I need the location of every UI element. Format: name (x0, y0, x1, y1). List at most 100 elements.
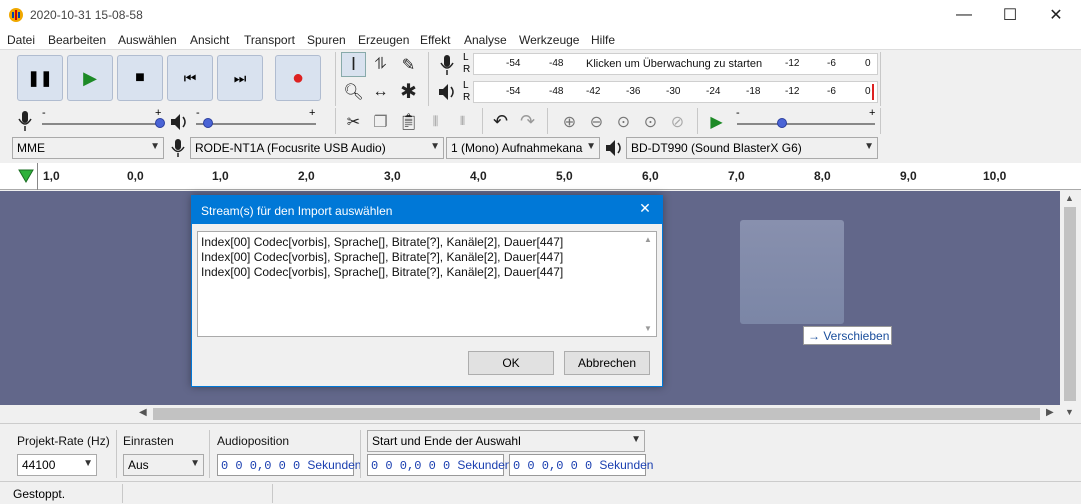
selection-tool-button[interactable]: I (341, 52, 366, 77)
scroll-right-icon[interactable]: ▶ (1046, 407, 1054, 418)
trim-button[interactable]: ⫼ (423, 109, 448, 134)
snap-select[interactable]: Aus ▼ (123, 454, 204, 476)
record-meter-mic-icon[interactable] (436, 53, 458, 77)
skip-to-end-button[interactable]: ⏭ (217, 55, 263, 101)
menu-bearbeiten[interactable]: Bearbeiten (48, 33, 106, 47)
ruler-tick: 3,0 (384, 169, 401, 183)
silence-button[interactable]: ⫴ (450, 109, 475, 134)
scroll-up-icon[interactable]: ▲ (1065, 193, 1074, 203)
menu-erzeugen[interactable]: Erzeugen (358, 33, 409, 47)
clipboard-icon: 📋︎ (398, 113, 419, 131)
audio-position-control[interactable]: 0 0 0,0 0 0 Sekunden (217, 454, 361, 476)
record-icon: ● (291, 66, 305, 89)
record-button[interactable]: ● (275, 55, 321, 101)
play-button[interactable]: ▶ (67, 55, 113, 101)
menu-analyse[interactable]: Analyse (464, 33, 507, 47)
ruler-tick: 2,0 (298, 169, 315, 183)
timeshift-tool-button[interactable]: ↔ (368, 79, 393, 104)
menu-ansicht[interactable]: Ansicht (190, 33, 229, 47)
stream-list-item[interactable]: Index[00] Codec[vorbis], Sprache[], Bitr… (201, 235, 563, 249)
ruler-tick: 7,0 (728, 169, 745, 183)
ok-button[interactable]: OK (468, 351, 554, 375)
dialog-close-button[interactable]: ✕ (632, 200, 658, 220)
ruler-tick: 6,0 (642, 169, 659, 183)
redo-button[interactable]: ↷ (515, 109, 540, 134)
recording-volume-slider[interactable] (42, 123, 162, 125)
cut-button[interactable]: ✂ (341, 109, 366, 134)
menu-werkzeuge[interactable]: Werkzeuge (519, 33, 579, 47)
menu-bar: Datei Bearbeiten Auswählen Ansicht Trans… (0, 30, 1081, 50)
menu-spuren[interactable]: Spuren (307, 33, 346, 47)
selection-start-control[interactable]: 0 0 0,0 0 0 Sekunden (367, 454, 511, 476)
project-rate-select[interactable]: 44100 ▼ (17, 454, 97, 476)
skip-to-start-button[interactable]: ⏮ (167, 55, 213, 101)
zoom-out-button[interactable]: ⊖ (584, 109, 609, 134)
playback-volume-thumb[interactable] (203, 118, 213, 128)
play-meter-speaker-icon[interactable] (436, 81, 458, 103)
pin-play-head-icon[interactable] (17, 168, 35, 184)
menu-effekt[interactable]: Effekt (420, 33, 450, 47)
recording-volume-thumb[interactable] (155, 118, 165, 128)
zoom-out-icon: ⊖ (589, 113, 604, 131)
playback-volume-slider[interactable] (196, 123, 316, 125)
play-icon: ▶ (83, 67, 97, 88)
output-device-speaker-icon (606, 140, 621, 156)
maximize-button[interactable]: ☐ (987, 0, 1033, 30)
zoom-in-icon: ⊕ (562, 113, 577, 131)
magnifier-icon: 🔍︎ (343, 83, 364, 101)
input-device-select[interactable]: RODE-NT1A (Focusrite USB Audio) ▼ (190, 137, 444, 159)
audacity-logo-icon (9, 8, 23, 22)
list-scroll-up-icon[interactable]: ▲ (644, 235, 652, 244)
close-button[interactable]: ✕ (1033, 0, 1079, 30)
input-channels-select[interactable]: 1 (Mono) Aufnahmekana ▼ (446, 137, 600, 159)
cancel-button[interactable]: Abbrechen (564, 351, 650, 375)
zoom-toggle-button[interactable]: ⊘ (665, 109, 690, 134)
play-at-speed-button[interactable]: ▶ (704, 109, 729, 134)
play-speed-thumb[interactable] (777, 118, 787, 128)
audio-host-select[interactable]: MME ▼ (12, 137, 164, 159)
scroll-down-icon[interactable]: ▼ (1065, 407, 1074, 417)
horizontal-scrollbar[interactable]: ◀ ▶ (0, 405, 1060, 423)
copy-button[interactable]: ❐ (368, 109, 393, 134)
zoom-tool-button[interactable]: 🔍︎ (341, 79, 366, 104)
multi-tool-button[interactable]: ✱ (396, 79, 421, 104)
stream-list-item[interactable]: Index[00] Codec[vorbis], Sprache[], Bitr… (201, 250, 563, 264)
audio-host-value: MME (17, 141, 45, 155)
undo-button[interactable]: ↶ (488, 109, 513, 134)
vertical-scroll-thumb[interactable] (1064, 207, 1076, 401)
fit-selection-button[interactable]: ⊙ (611, 109, 636, 134)
record-meter[interactable]: -54 -48 Klicken um Überwachung zu starte… (473, 53, 878, 75)
paste-button[interactable]: 📋︎ (396, 109, 421, 134)
envelope-tool-button[interactable]: ⥮ (368, 52, 393, 77)
menu-hilfe[interactable]: Hilfe (591, 33, 615, 47)
chevron-down-icon: ▼ (150, 141, 160, 152)
menu-datei[interactable]: Datei (7, 33, 35, 47)
fit-project-button[interactable]: ⊙ (638, 109, 663, 134)
draw-tool-button[interactable]: ✎ (396, 52, 421, 77)
play-meter-tick: -54 (506, 86, 521, 97)
ruler-tick: 1,0 (43, 169, 60, 183)
chevron-down-icon: ▼ (190, 458, 200, 469)
playback-meter[interactable]: -54 -48 -42 -36 -30 -24 -18 -12 -6 0 (473, 81, 878, 103)
output-device-select[interactable]: BD-DT990 (Sound BlasterX G6) ▼ (626, 137, 878, 159)
list-scroll-down-icon[interactable]: ▼ (644, 324, 652, 333)
stop-button[interactable]: ■ (117, 55, 163, 101)
menu-auswaehlen[interactable]: Auswählen (118, 33, 177, 47)
selection-end-control[interactable]: 0 0 0,0 0 0 Sekunden (509, 454, 653, 476)
minimize-button[interactable]: — (941, 0, 987, 30)
scroll-left-icon[interactable]: ◀ (139, 407, 147, 418)
pause-button[interactable]: ❚❚ (17, 55, 63, 101)
timeline-ruler[interactable]: 1,0 0,0 1,0 2,0 3,0 4,0 5,0 6,0 7,0 8,0 … (0, 163, 1081, 190)
vertical-scrollbar[interactable]: ▲ ▼ (1060, 191, 1081, 421)
stream-list-item[interactable]: Index[00] Codec[vorbis], Sprache[], Bitr… (201, 265, 563, 279)
stream-list[interactable]: Index[00] Codec[vorbis], Sprache[], Bitr… (197, 231, 657, 337)
play-speed-slider[interactable] (737, 123, 875, 125)
i-beam-icon: I (350, 54, 356, 74)
horizontal-scroll-thumb[interactable] (153, 408, 1040, 420)
chevron-down-icon: ▼ (864, 141, 874, 152)
menu-transport[interactable]: Transport (244, 33, 295, 47)
fit-project-icon: ⊙ (643, 113, 658, 131)
peak-indicator (872, 84, 874, 100)
selection-mode-select[interactable]: Start und Ende der Auswahl ▼ (367, 430, 645, 452)
zoom-in-button[interactable]: ⊕ (557, 109, 582, 134)
